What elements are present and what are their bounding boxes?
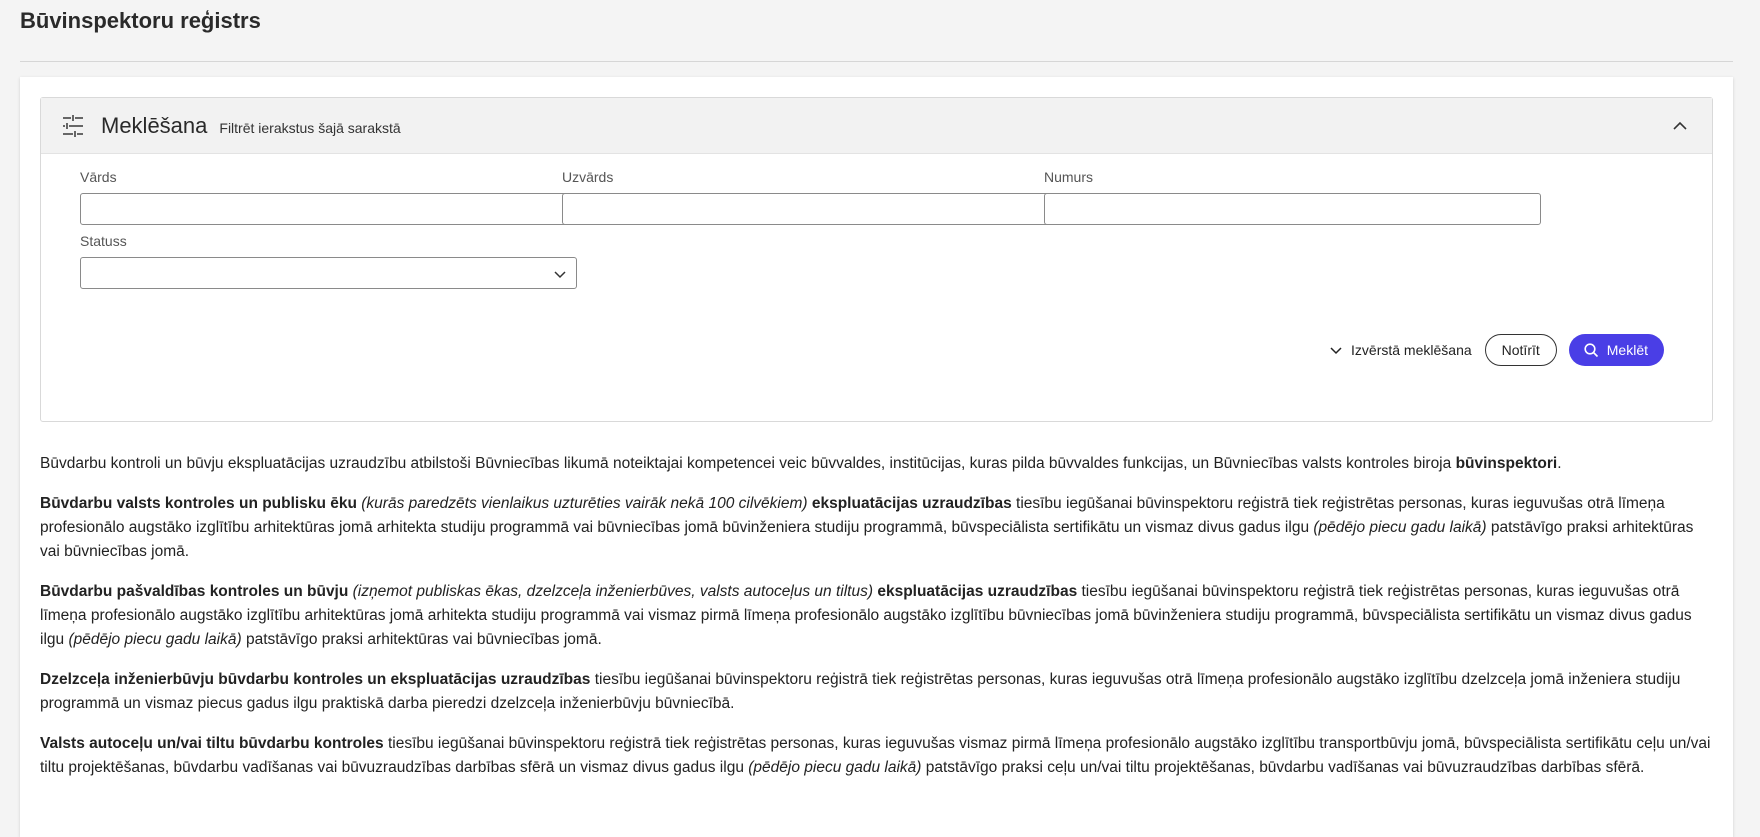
chevron-down-icon [1330,347,1342,355]
search-actions: Izvērstā meklēšana Notīrīt Meklēt [1328,334,1664,366]
search-subtitle: Filtrēt ierakstus šajā sarakstā [219,119,401,136]
search-button[interactable]: Meklēt [1568,334,1664,366]
vards-label: Vārds [80,169,117,185]
page-header: Būvinspektoru reģistrs [0,0,1760,62]
paragraph-bold: būvinspektori [1455,455,1558,472]
vards-input[interactable] [80,193,577,225]
chevron-down-icon [554,271,566,279]
paragraph-text: patstāvīgo praksi arhitektūras vai būvni… [241,631,602,648]
paragraph-bold: Valsts autoceļu un/vai tiltu būvdarbu ko… [40,735,384,752]
statuss-select[interactable] [80,257,577,289]
paragraph-text: . [1557,455,1562,472]
main-card: Meklēšana Filtrēt ierakstus šajā sarakst… [20,77,1733,837]
info-paragraph: Valsts autoceļu un/vai tiltu būvdarbu ko… [40,732,1715,780]
info-paragraph: Būvdarbu valsts kontroles un publisku ēk… [40,492,1715,564]
search-panel-header[interactable]: Meklēšana Filtrēt ierakstus šajā sarakst… [41,98,1712,154]
uzvards-input[interactable] [562,193,1059,225]
header-divider [20,61,1733,62]
info-paragraph: Būvdarbu pašvaldības kontroles un būvju … [40,580,1715,652]
paragraph-bold: Būvdarbu valsts kontroles un publisku ēk… [40,495,357,512]
paragraph-italic: (pēdējo piecu gadu laikā) [68,631,242,648]
chevron-up-icon[interactable] [1670,116,1690,136]
statuss-label: Statuss [80,233,127,249]
info-content: Būvdarbu kontroli un būvju ekspluatācija… [40,452,1715,796]
paragraph-bold: Būvdarbu pašvaldības kontroles un būvju [40,583,349,600]
paragraph-italic: (pēdējo piecu gadu laikā) [748,759,922,776]
search-title: Meklēšana [101,112,208,138]
paragraph-bold: Dzelzceļa inženierbūvju būvdarbu kontrol… [40,671,591,688]
paragraph-italic: (izņemot publiskas ēkas, dzelzceļa inžen… [348,583,878,600]
advanced-search-toggle[interactable]: Izvērstā meklēšana [1328,342,1472,358]
search-panel: Meklēšana Filtrēt ierakstus šajā sarakst… [40,97,1713,422]
paragraph-italic: (kurās paredzēts vienlaikus uzturēties v… [356,495,812,512]
numurs-label: Numurs [1044,169,1094,185]
search-icon [1584,343,1598,358]
page-title: Būvinspektoru reģistrs [20,8,261,33]
paragraph-text: Būvdarbu kontroli un būvju ekspluatācija… [40,455,1456,472]
sliders-icon [63,114,83,137]
clear-button[interactable]: Notīrīt [1484,334,1557,366]
search-button-label: Meklēt [1606,342,1648,358]
info-paragraph: Dzelzceļa inženierbūvju būvdarbu kontrol… [40,668,1715,716]
paragraph-bold: ekspluatācijas uzraudzības [877,583,1078,600]
advanced-search-label: Izvērstā meklēšana [1351,342,1472,358]
paragraph-italic: (pēdējo piecu gadu laikā) [1313,519,1487,536]
paragraph-text: patstāvīgo praksi ceļu un/vai tiltu proj… [921,759,1645,776]
paragraph-bold: ekspluatācijas uzraudzības [811,495,1012,512]
uzvards-label: Uzvārds [562,169,614,185]
info-paragraph: Būvdarbu kontroli un būvju ekspluatācija… [40,452,1715,476]
numurs-input[interactable] [1044,193,1541,225]
